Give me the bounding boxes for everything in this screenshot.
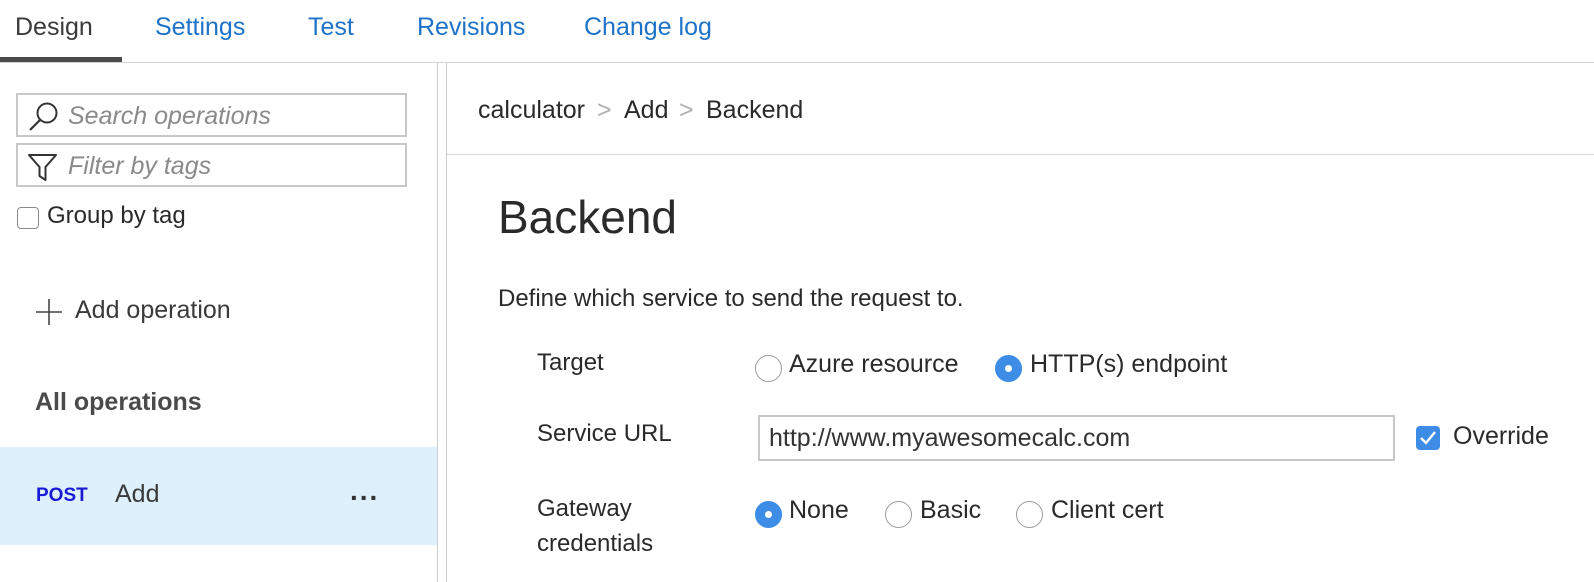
credentials-basic-label[interactable]: Basic [920, 496, 981, 525]
active-tab-indicator [0, 57, 122, 62]
operation-row-add[interactable]: POST Add ... [0, 447, 437, 545]
page-title: Backend [498, 191, 678, 243]
credentials-client-cert-radio[interactable] [1016, 501, 1043, 528]
target-http-endpoint-label[interactable]: HTTP(s) endpoint [1030, 350, 1227, 379]
override-label[interactable]: Override [1453, 422, 1549, 451]
breadcrumb-separator: > [679, 96, 694, 124]
search-icon [29, 102, 58, 131]
breadcrumb-separator: > [597, 96, 612, 124]
filter-tags-box[interactable] [16, 143, 407, 187]
tab-bar: Design Settings Test Revisions Change lo… [0, 0, 1594, 63]
tab-change-log[interactable]: Change log [584, 0, 712, 63]
credentials-client-cert-label[interactable]: Client cert [1051, 496, 1164, 525]
tab-test[interactable]: Test [308, 0, 354, 63]
breadcrumb-current: Backend [706, 96, 804, 124]
plus-icon [36, 299, 62, 325]
breadcrumb-api[interactable]: calculator [478, 96, 585, 125]
tab-settings[interactable]: Settings [155, 0, 245, 63]
group-by-tag-checkbox[interactable] [17, 207, 39, 229]
http-method-badge: POST [36, 485, 88, 506]
target-http-endpoint-radio[interactable] [995, 355, 1022, 382]
search-operations-box[interactable] [16, 93, 407, 137]
add-operation-label: Add operation [75, 296, 231, 324]
backend-editor: calculator > Add > Backend Backend Defin… [447, 63, 1594, 582]
page-description: Define which service to send the request… [498, 285, 964, 312]
target-azure-resource-radio[interactable] [755, 355, 782, 382]
service-url-input[interactable] [758, 415, 1395, 461]
group-by-tag-label: Group by tag [47, 202, 186, 229]
gateway-credentials-label-line2: credentials [537, 530, 654, 557]
filter-tags-input[interactable] [68, 149, 398, 183]
filter-icon [28, 154, 57, 181]
search-operations-input[interactable] [68, 99, 398, 133]
checkmark-icon [1420, 431, 1436, 445]
operations-sidebar: Group by tag Add operation All operation… [0, 63, 437, 582]
target-azure-resource-label[interactable]: Azure resource [789, 350, 959, 379]
all-operations-heading[interactable]: All operations [35, 388, 202, 417]
credentials-none-label[interactable]: None [789, 496, 849, 525]
credentials-basic-radio[interactable] [885, 501, 912, 528]
operation-name: Add [115, 480, 160, 508]
tab-revisions[interactable]: Revisions [417, 0, 525, 63]
service-url-label: Service URL [537, 420, 672, 447]
tab-design[interactable]: Design [15, 0, 93, 63]
breadcrumb: calculator > Add > Backend [447, 63, 1594, 155]
panel-splitter[interactable] [437, 63, 447, 582]
more-options-icon[interactable]: ... [350, 475, 379, 507]
target-label: Target [537, 349, 604, 376]
override-checkbox[interactable] [1416, 426, 1440, 450]
gateway-credentials-label-line1: Gateway [537, 495, 632, 522]
credentials-none-radio[interactable] [755, 501, 782, 528]
breadcrumb-operation[interactable]: Add [624, 96, 668, 125]
